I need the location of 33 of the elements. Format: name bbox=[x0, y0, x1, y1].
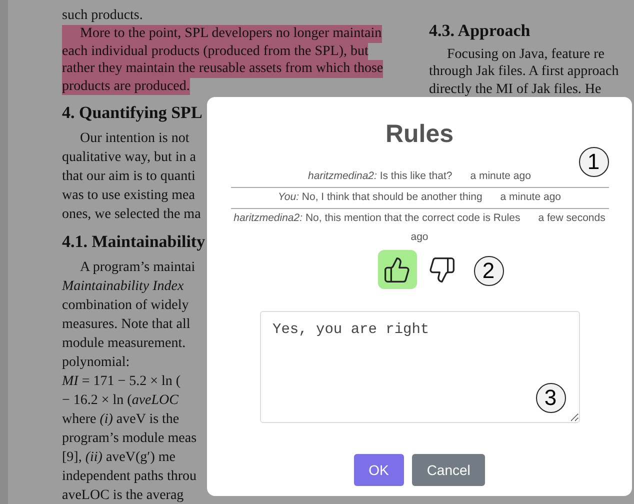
dialog-title: Rules bbox=[385, 119, 454, 149]
text-line: through Jak files. A first approach bbox=[429, 63, 619, 80]
text-line: ones, we selected the ma bbox=[62, 206, 201, 224]
text-line: [9], (ii) aveV(g′) me bbox=[62, 449, 176, 467]
annotation-marker: 1 bbox=[578, 147, 608, 177]
text-line: Focusing on Java, feature re bbox=[446, 46, 604, 63]
text-line: − 16.2 × ln (aveLOC bbox=[62, 392, 179, 410]
section-heading: 4.1. Maintainability bbox=[62, 232, 206, 252]
text-line: such products. bbox=[62, 7, 143, 25]
text-line: Our intention is not bbox=[79, 130, 190, 148]
text-line: polynomial: bbox=[62, 354, 130, 372]
text-line: program’s module meas bbox=[62, 430, 197, 448]
text-line: A program’s maintai bbox=[79, 259, 196, 277]
text-line: where (i) aveV is the bbox=[62, 411, 180, 429]
comment-message: haritzmedina2: No, this mention that the correct code is Rules a few seconds ago bbox=[232, 211, 606, 245]
annotation-marker: 2 bbox=[474, 256, 504, 286]
text-line: directly the MI of Jak files. He bbox=[429, 80, 602, 98]
section-heading: 4. Quantifying SPL bbox=[62, 103, 204, 123]
text-line: measures. Note that all bbox=[62, 316, 190, 334]
section-heading: 4.3. Approach bbox=[429, 22, 532, 40]
text-line: was to use existing mea bbox=[62, 187, 195, 205]
cancel-button[interactable]: Cancel bbox=[412, 454, 486, 486]
ok-button[interactable]: OK bbox=[354, 454, 404, 486]
text-line: module measurement. bbox=[62, 335, 186, 353]
thumbs-up-button[interactable] bbox=[378, 250, 416, 289]
text-line: that our aim is to quanti bbox=[62, 168, 196, 186]
text-line: aveLOC is the averag bbox=[62, 487, 184, 504]
comment-message: You: No, I think that should be another thing a minute ago bbox=[230, 188, 608, 209]
text-line: Maintainability Index bbox=[62, 278, 184, 296]
text-line: combination of widely bbox=[62, 297, 189, 315]
text-line: independent paths throu bbox=[62, 468, 197, 486]
text-line: MI = 171 − 5.2 × ln ( bbox=[62, 373, 181, 391]
text-line: qualitative way, but in a bbox=[62, 149, 196, 167]
